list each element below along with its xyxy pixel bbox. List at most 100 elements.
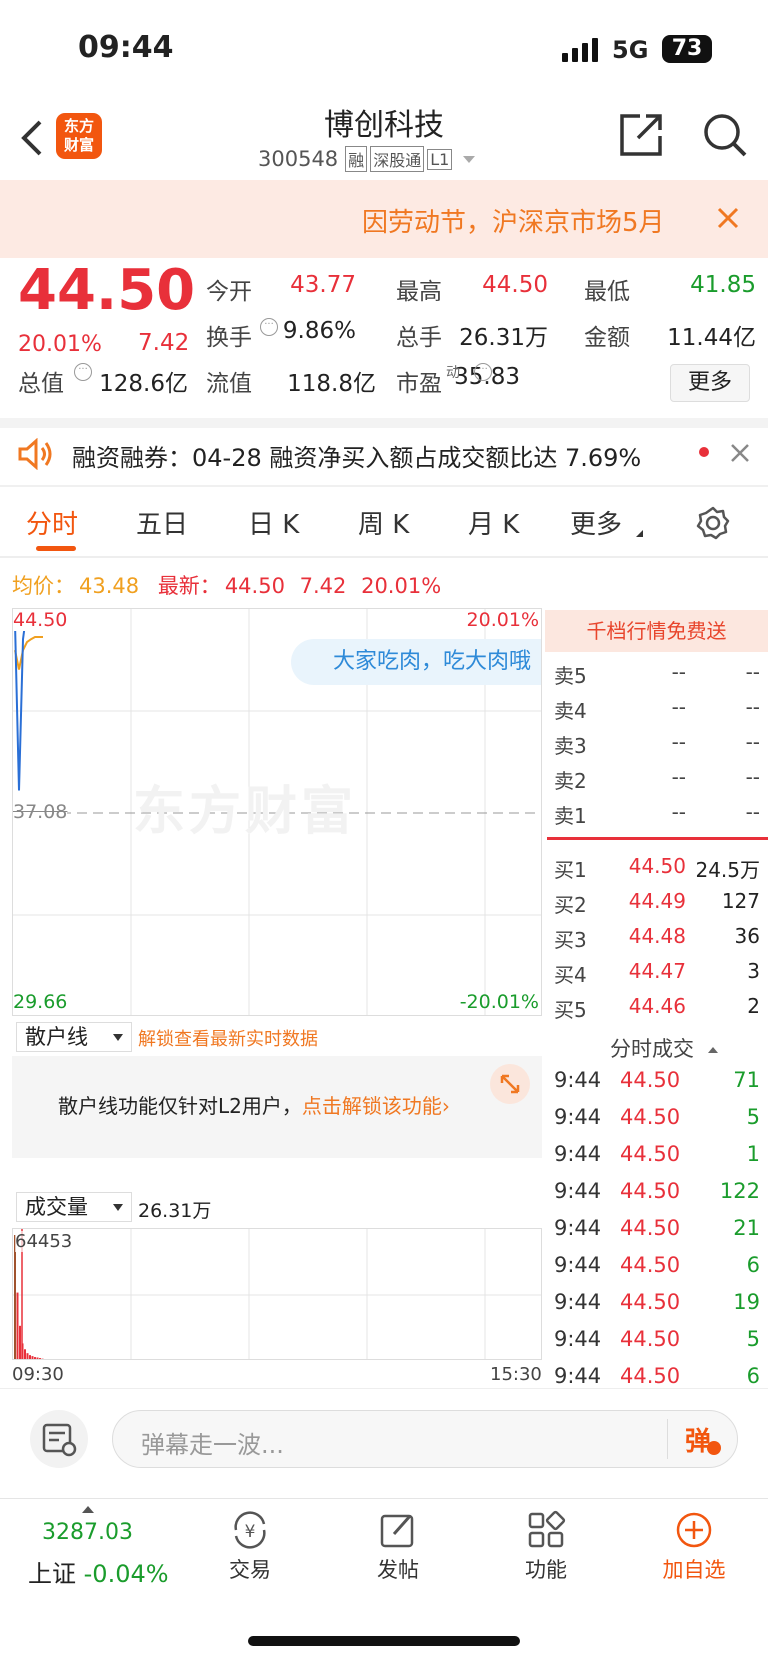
retail-line-dropdown[interactable]: 散户线 bbox=[16, 1022, 132, 1052]
intraday-chart[interactable]: 东方财富 44.50 20.01% 37.08 29.66 -20.01% 大家… bbox=[12, 608, 542, 1016]
danmaku-toggle-icon[interactable] bbox=[30, 1410, 88, 1468]
volume-bar bbox=[16, 1292, 19, 1359]
asks-row-label: 卖2 bbox=[554, 769, 587, 793]
volume-bar bbox=[41, 1358, 44, 1359]
bids-row-volume: 127 bbox=[721, 889, 760, 913]
trades-label: 分时成交 bbox=[610, 1037, 694, 1061]
bids-row-price: 44.47 bbox=[628, 959, 686, 983]
market-index[interactable]: 3287.03 上证 -0.04% bbox=[22, 1506, 182, 1596]
pe-info-icon[interactable]: ··· bbox=[474, 363, 492, 381]
avg-value: 43.48 bbox=[79, 574, 140, 598]
stat-open-value: 43.77 bbox=[290, 272, 356, 298]
trade-time: 9:44 bbox=[554, 1253, 602, 1277]
search-icon[interactable] bbox=[702, 112, 748, 158]
post-button[interactable]: 发帖 bbox=[368, 1510, 428, 1590]
asks-row-label: 卖5 bbox=[554, 664, 587, 688]
bids-row-label: 买3 bbox=[554, 928, 587, 952]
trade-volume: 71 bbox=[733, 1068, 760, 1092]
volume-bar bbox=[26, 1353, 29, 1359]
time-start-label: 09:30 bbox=[12, 1364, 64, 1385]
badge-margin: 融 bbox=[345, 146, 368, 172]
stat-open-label: 今开 bbox=[206, 279, 252, 305]
turnover-info-icon[interactable]: ··· bbox=[260, 318, 278, 336]
bids-row-label: 买1 bbox=[554, 858, 587, 882]
change-amount: 7.42 bbox=[138, 330, 190, 356]
danmaku-input[interactable]: 弹幕走一波... 弹 bbox=[112, 1410, 738, 1468]
pct-max-label: 20.01% bbox=[466, 609, 539, 631]
stat-float-cap-label: 流值 bbox=[206, 371, 252, 397]
stat-high-value: 44.50 bbox=[482, 272, 548, 298]
danmaku-send-button[interactable]: 弹 bbox=[685, 1421, 711, 1458]
tab-4[interactable]: 月 K bbox=[468, 504, 519, 541]
stat-turnover-value: 9.86% bbox=[282, 318, 356, 344]
trade-price: 44.50 bbox=[620, 1364, 681, 1388]
expand-icon[interactable] bbox=[490, 1064, 530, 1104]
margin-banner-text[interactable]: 融资融券：04-28 融资净买入额占成交额比达 7.69% bbox=[72, 438, 641, 473]
bids-row-label: 买2 bbox=[554, 893, 587, 917]
volume-bar bbox=[39, 1358, 41, 1359]
asks-row-volume: -- bbox=[745, 765, 760, 789]
tab-1[interactable]: 五日 bbox=[136, 504, 188, 541]
trade-price: 44.50 bbox=[620, 1216, 681, 1240]
retail-unlock-link[interactable]: 点击解锁该功能 bbox=[302, 1094, 442, 1118]
mktcap-info-icon[interactable]: ··· bbox=[74, 363, 92, 381]
stat-mktcap-value: 128.6亿 bbox=[99, 371, 188, 397]
status-time: 09:44 bbox=[78, 30, 174, 65]
tab-3[interactable]: 周 K bbox=[358, 504, 409, 541]
tab-active-underline bbox=[36, 546, 76, 551]
bids-row-volume: 3 bbox=[747, 959, 760, 983]
add-watchlist-button[interactable]: 加自选 bbox=[652, 1510, 736, 1590]
battery-level: 73 bbox=[671, 36, 703, 61]
post-label: 发帖 bbox=[377, 1558, 419, 1582]
signal-icon bbox=[562, 38, 598, 62]
function-button[interactable]: 功能 bbox=[516, 1510, 576, 1590]
yen-cycle-icon: ¥ bbox=[234, 1511, 266, 1549]
danmaku-placeholder: 弹幕走一波... bbox=[141, 1431, 284, 1459]
spread-divider bbox=[547, 837, 768, 840]
danmaku-bubble[interactable]: 大家吃肉，吃大肉哦 bbox=[291, 639, 541, 685]
volume-bar bbox=[24, 1349, 26, 1359]
trade-price: 44.50 bbox=[620, 1290, 681, 1314]
volume-bar bbox=[29, 1355, 31, 1359]
trade-volume: 122 bbox=[719, 1179, 760, 1203]
caret-up-icon bbox=[82, 1506, 94, 1513]
close-icon[interactable] bbox=[730, 443, 750, 463]
pct-min-label: -20.01% bbox=[459, 991, 539, 1013]
unlock-link[interactable]: 解锁查看最新实时数据 bbox=[138, 1025, 318, 1051]
volume-label: 成交量 bbox=[25, 1195, 88, 1219]
bids-row-label: 买5 bbox=[554, 998, 587, 1022]
share-icon[interactable] bbox=[618, 112, 664, 158]
stock-code-row[interactable]: 300548 融 深股通 L1 bbox=[258, 146, 476, 172]
volume-bar bbox=[36, 1357, 39, 1359]
volume-dropdown[interactable]: 成交量 bbox=[16, 1192, 132, 1222]
close-icon[interactable] bbox=[716, 206, 740, 230]
retail-line-label: 散户线 bbox=[25, 1025, 88, 1049]
change-pct: 20.01% bbox=[18, 332, 102, 357]
trade-button[interactable]: ¥ 交易 bbox=[220, 1510, 280, 1590]
asks-row-price: -- bbox=[671, 730, 686, 754]
trade-time: 9:44 bbox=[554, 1142, 602, 1166]
holiday-notice[interactable]: 因劳动节，沪深京市场5月 bbox=[0, 180, 768, 258]
more-button[interactable]: 更多 bbox=[670, 364, 750, 402]
index-name: 上证 bbox=[28, 1560, 76, 1588]
tab-2[interactable]: 日 K bbox=[248, 504, 299, 541]
asks-row-volume: -- bbox=[745, 800, 760, 824]
bids-row-price: 44.49 bbox=[628, 889, 686, 913]
tab-5[interactable]: 更多 bbox=[570, 504, 622, 541]
stock-code: 300548 bbox=[258, 147, 339, 171]
volume-chart[interactable]: 64453 bbox=[12, 1228, 542, 1360]
settings-icon[interactable] bbox=[696, 506, 730, 540]
divider bbox=[667, 1419, 668, 1459]
trades-header[interactable]: 分时成交 bbox=[610, 1033, 718, 1063]
divider bbox=[0, 556, 768, 558]
stat-volume-label: 总手 bbox=[396, 325, 442, 351]
orderbook-promo[interactable]: 千档行情免费送 bbox=[545, 610, 768, 652]
divider bbox=[0, 1498, 768, 1499]
trade-time: 9:44 bbox=[554, 1068, 602, 1092]
tab-0[interactable]: 分时 bbox=[26, 504, 78, 541]
trade-volume: 21 bbox=[733, 1216, 760, 1240]
grid-icon bbox=[528, 1510, 566, 1548]
stat-amount-value: 11.44亿 bbox=[667, 325, 756, 351]
badge-level: L1 bbox=[427, 148, 453, 170]
caret-down-icon bbox=[113, 1204, 123, 1211]
